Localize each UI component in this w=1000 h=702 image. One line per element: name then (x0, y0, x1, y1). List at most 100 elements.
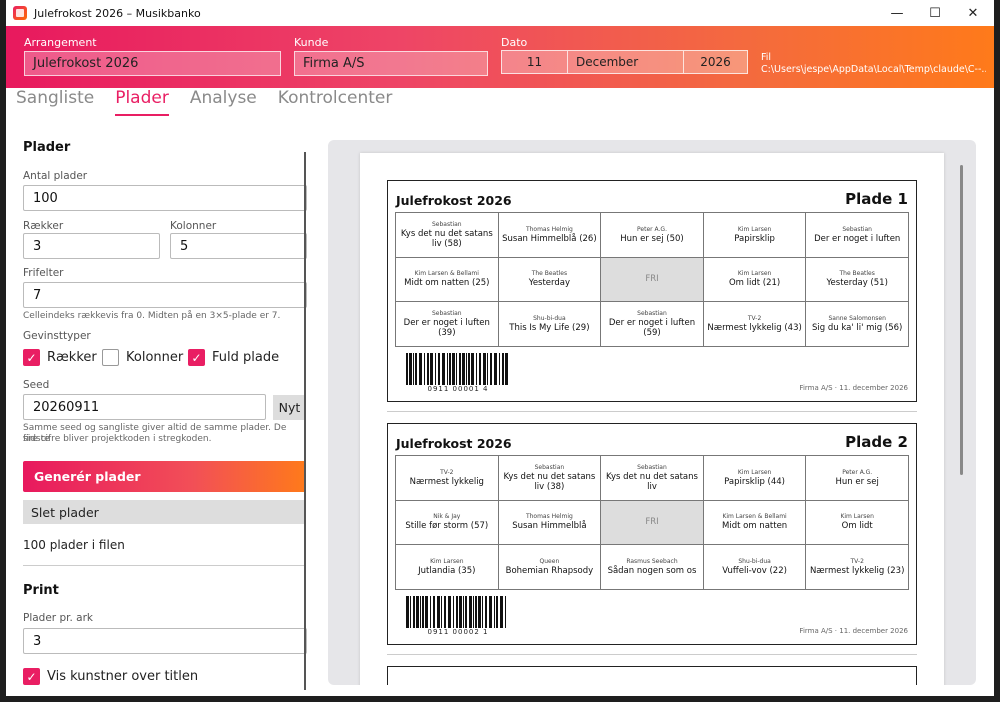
cell-song: Kys det nu det satans liv (38) (503, 471, 596, 492)
seed-label: Seed (23, 379, 50, 391)
card-grid: TV-2 Nærmest lykkelig Sebastian Kys det nu … (395, 455, 909, 590)
card-cell: Shu-bi-dua Vuffeli-vov (22) (703, 545, 807, 590)
app-window: Julefrokost 2026 – Musikbanko — ☐ ✕ Arra… (6, 0, 994, 696)
cell-song: FRI (645, 517, 659, 528)
cell-artist: Kim Larsen (737, 468, 772, 476)
window-title: Julefrokost 2026 – Musikbanko (34, 6, 201, 20)
cell-song: This Is My Life (29) (509, 323, 590, 334)
bingo-card-3-partial (387, 666, 917, 685)
preview-scrollbar[interactable] (960, 165, 963, 475)
per-ark-input[interactable]: 3 (23, 628, 307, 654)
checkbox-raekker[interactable]: ✓ Rækker (23, 349, 97, 366)
cell-artist: TV-2 (747, 315, 762, 323)
checkbox-vis-kunstner[interactable]: ✓ Vis kunstner over titlen (23, 668, 198, 685)
checkbox-empty-icon (102, 349, 119, 366)
date-picker[interactable]: 11 December 2026 (501, 50, 748, 74)
maximize-button[interactable]: ☐ (916, 0, 954, 26)
card-cell: Peter A.G. Hun er sej (50) (601, 213, 704, 258)
cell-artist: Kim Larsen & Bellami (414, 270, 479, 278)
antal-input[interactable]: 100 (23, 185, 307, 211)
tab-sangliste[interactable]: Sangliste (16, 88, 94, 116)
cell-artist: Peter A.G. (842, 468, 873, 476)
app-icon (13, 6, 27, 20)
cell-song: Om lidt (21) (728, 278, 781, 289)
tab-plader[interactable]: Plader (115, 88, 169, 116)
cell-artist: Sebastian (637, 310, 667, 318)
cell-song: Midt om natten (25) (404, 278, 490, 289)
raekker-input[interactable]: 3 (23, 233, 160, 259)
card-cell: TV-2 Nærmest lykkelig (23) (806, 545, 909, 590)
arrangement-label: Arrangement (24, 36, 97, 49)
generate-button[interactable]: Generér plader (23, 461, 306, 492)
card-cell: Peter A.G. Hun er sej (806, 456, 909, 501)
fil-path: C:\Users\jespe\AppData\Local\Temp\claude… (761, 64, 986, 75)
cell-song: Papirsklip (734, 233, 775, 244)
cell-song: Stille før storm (57) (405, 521, 489, 532)
kunde-input[interactable]: Firma A/S (294, 51, 488, 76)
barcode-icon (406, 353, 508, 385)
cell-artist: Sebastian (637, 463, 667, 471)
fil-label: Fil (761, 52, 772, 63)
card-cell: Kim Larsen Papirsklip (44) (703, 456, 807, 501)
date-year[interactable]: 2026 (684, 51, 747, 73)
event-header: Arrangement Julefrokost 2026 Kunde Firma… (6, 26, 994, 88)
card-cell: Sebastian Der er noget i luften (59) (601, 302, 704, 347)
kolonner-label: Kolonner (170, 220, 217, 232)
gevinst-label: Gevinsttyper (23, 330, 91, 342)
panel-scrollbar[interactable] (304, 152, 306, 690)
card-cell: Sebastian Kys det nu det satans liv (601, 456, 704, 501)
cell-song: Sådan nogen som os (607, 566, 697, 577)
card-cell: Shu-bi-dua This Is My Life (29) (498, 302, 602, 347)
card-cell: TV-2 Nærmest lykkelig (396, 456, 499, 501)
card-cell: Sebastian Der er noget i luften (39) (396, 302, 499, 347)
cell-song: Der er noget i luften (59) (608, 318, 696, 339)
frifelter-hint: Celleindeks rækkevis fra 0. Midten på en… (23, 311, 281, 321)
tab-kontrolcenter[interactable]: Kontrolcenter (278, 88, 393, 116)
cell-artist: Sebastian (431, 220, 462, 228)
checkbox-fuld-plade[interactable]: ✓ Fuld plade (188, 349, 279, 366)
close-button[interactable]: ✕ (954, 0, 992, 26)
check-icon: ✓ (188, 349, 205, 366)
card-cell: Thomas Helmig Susan Himmelblå (26) (498, 213, 602, 258)
arrangement-input[interactable]: Julefrokost 2026 (24, 51, 281, 76)
check-icon: ✓ (23, 349, 40, 366)
card-cell: Kim Larsen Om lidt (21) (703, 257, 807, 303)
card-footer: Firma A/S · 11. december 2026 (799, 627, 908, 635)
tab-analyse[interactable]: Analyse (190, 88, 257, 116)
plate-count: 100 plader i filen (23, 538, 125, 552)
card-cell: Sebastian Kys det nu det satans liv (58) (396, 213, 499, 258)
cell-song: Der er noget i luften (39) (403, 318, 490, 339)
cell-song: Hun er sej (50) (620, 233, 684, 244)
cell-song: Susan Himmelblå (26) (502, 233, 597, 244)
new-seed-button[interactable]: Nyt (273, 395, 306, 420)
seed-input[interactable]: 20260911 (23, 394, 266, 420)
cell-song: Yesterday (51) (826, 278, 888, 289)
cut-line (387, 654, 917, 655)
cell-artist: Kim Larsen (737, 225, 772, 233)
bingo-card-2: Julefrokost 2026 Plade 2 TV-2 Nærmest lyk… (387, 423, 917, 645)
cell-artist: The Beatles (839, 270, 875, 278)
card-cell: TV-2 Nærmest lykkelig (43) (703, 302, 807, 347)
cell-song: Om lidt (841, 521, 873, 532)
date-day[interactable]: 11 (502, 51, 568, 73)
cell-artist: Kim Larsen (840, 513, 874, 521)
vis-kunstner-label: Vis kunstner over titlen (47, 669, 199, 684)
barcode-number: 0911 00002 1 (427, 628, 489, 636)
cell-song: Vuffeli-vov (22) (722, 566, 787, 577)
cell-artist: Thomas Helmig (525, 225, 573, 233)
cell-song: Papirsklip (44) (724, 476, 785, 487)
frifelter-input[interactable]: 7 (23, 282, 307, 308)
kolonner-input[interactable]: 5 (170, 233, 307, 259)
kunde-label: Kunde (294, 36, 329, 49)
cell-artist: Sanne Salomonsen (828, 315, 886, 323)
card-plate-number: Plade 2 (845, 433, 908, 451)
date-month[interactable]: December (568, 51, 684, 73)
card-cell: Queen Bohemian Rhapsody (498, 545, 602, 590)
seed-hint-2: fire cifre bliver projektkoden i stregko… (23, 434, 212, 444)
minimize-button[interactable]: — (878, 0, 916, 26)
card-cell: Rasmus Seebach Sådan nogen som os (601, 545, 704, 590)
cell-song: Yesterday (528, 278, 571, 289)
delete-button[interactable]: Slet plader (23, 500, 306, 524)
checkbox-kolonner[interactable]: Kolonner (102, 349, 183, 366)
fuld-cb-label: Fuld plade (212, 350, 280, 365)
